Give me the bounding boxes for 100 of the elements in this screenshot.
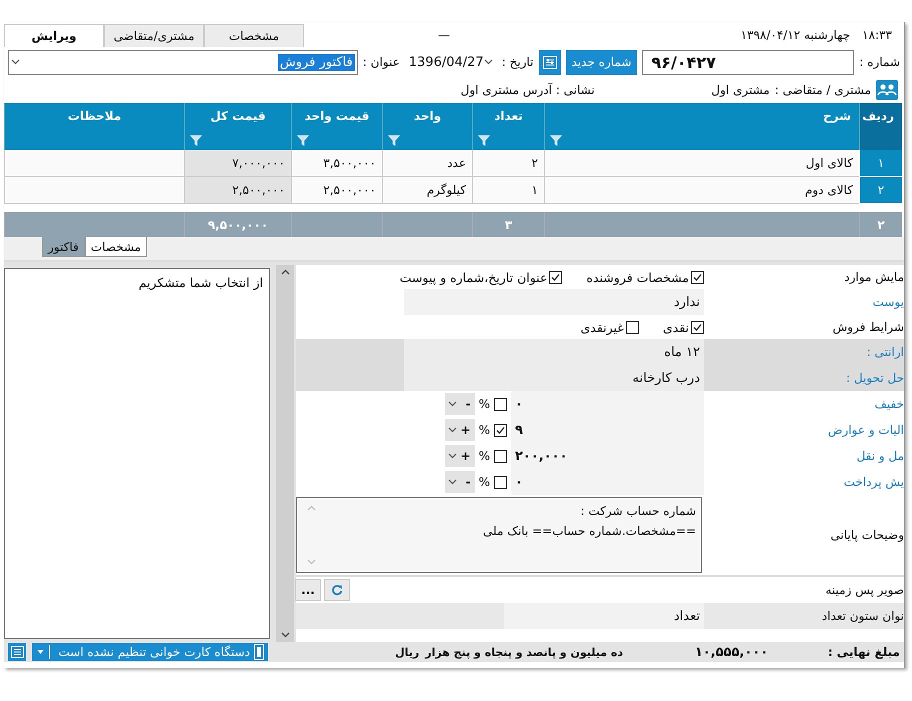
table-cell: کیلوگرم: [382, 177, 472, 204]
tab[interactable]: ویرایش: [4, 24, 104, 47]
filter-icon: [297, 135, 309, 146]
checkbox[interactable]: [494, 424, 507, 436]
amount-field[interactable]: ۹: [511, 417, 704, 443]
notes-text: از انتخاب شما متشکریم: [138, 275, 264, 290]
new-number-button[interactable]: شماره جدید: [566, 50, 638, 74]
column-header[interactable]: واحد: [382, 103, 472, 150]
number-label: شماره :: [859, 55, 900, 69]
property-link[interactable]: یش پرداخت: [704, 469, 904, 495]
percent-sign: %: [478, 449, 490, 463]
title-label: عنوان :: [362, 55, 400, 69]
property-label: وضیحات پایانی: [830, 527, 904, 544]
browse-button[interactable]: ...: [295, 579, 321, 601]
property-link[interactable]: خفیف: [704, 391, 904, 417]
filter-icon: [388, 135, 400, 146]
card-reader-dropdown[interactable]: دستگاه کارت خوانی تنظیم نشده است: [32, 643, 268, 661]
total-cell: ۳: [472, 212, 544, 237]
total-amount: ۱۰,۵۵۵,۰۰۰: [694, 644, 770, 660]
settings-icon: [10, 646, 24, 658]
checkbox[interactable]: [691, 320, 704, 334]
customer-label: مشتری / متقاضی :: [774, 83, 871, 97]
value-field[interactable]: تعداد: [504, 603, 704, 629]
checkbox[interactable]: [494, 450, 507, 462]
value-field[interactable]: ندارد: [404, 289, 704, 315]
property-label: شرایط فروش: [832, 319, 904, 336]
refresh-icon: [331, 584, 343, 596]
value-field[interactable]: درب کارخانه: [404, 365, 704, 391]
scroll-up-icon: [307, 505, 316, 511]
notes-field[interactable]: از انتخاب شما متشکریم: [4, 268, 270, 639]
sign-dropdown[interactable]: -: [444, 393, 475, 415]
option-label: غیرنقدی: [580, 320, 624, 334]
memo-field[interactable]: شماره حساب شرکت : ==مشخصات.شماره حساب== بانک ملی: [296, 497, 702, 573]
scroll-down-icon: [280, 632, 290, 638]
percent-sign: %: [478, 397, 490, 411]
filter-icon: [190, 135, 202, 146]
percent-sign: %: [478, 423, 490, 437]
option-label: مشخصات فروشنده: [586, 270, 689, 284]
amount-field[interactable]: ۲۰۰,۰۰۰: [511, 443, 704, 469]
sign-dropdown[interactable]: -: [444, 471, 475, 493]
customer-name: مشتری اول: [710, 83, 770, 97]
amount-field[interactable]: ۰: [511, 391, 704, 417]
row-number[interactable]: ۲: [859, 177, 902, 204]
table-cell: کالای دوم: [544, 177, 859, 204]
checkbox[interactable]: [549, 270, 562, 284]
currency-label: ریال: [395, 646, 420, 658]
memo-line: شماره حساب شرکت :: [580, 503, 696, 520]
column-header[interactable]: قیمت کل: [184, 103, 291, 150]
filter-icon: [550, 135, 562, 146]
table-cell: ۲,۵۰۰,۰۰۰: [184, 177, 291, 204]
value-field[interactable]: ۱۲ ماه: [404, 339, 704, 365]
table-cell: ۳,۵۰۰,۰۰۰: [291, 150, 382, 177]
percent-sign: %: [478, 475, 490, 489]
vertical-scrollbar[interactable]: [276, 265, 294, 642]
table-cell: ۲,۵۰۰,۰۰۰: [291, 177, 382, 204]
tab[interactable]: مشتری/متقاضی: [104, 24, 204, 47]
table-cell: ۱: [472, 177, 544, 204]
settings-button[interactable]: [8, 643, 26, 661]
title-combobox[interactable]: فاکتور فروش: [8, 50, 358, 74]
date-picker[interactable]: 1396/04/27: [404, 50, 497, 74]
card-reader-icon: [254, 644, 264, 660]
row-number[interactable]: ۱: [859, 150, 902, 177]
column-header[interactable]: تعداد: [472, 103, 544, 150]
amount-field[interactable]: ۰: [511, 469, 704, 495]
amount-in-words: ده میلیون و پانصد و پنجاه و پنج هزار: [425, 646, 623, 658]
date-label: تاریخ :: [502, 55, 534, 69]
clock-time: ۱۸:۳۳: [862, 28, 892, 42]
total-cell: ۹,۵۰۰,۰۰۰: [184, 212, 291, 237]
checkbox[interactable]: [494, 476, 507, 488]
scroll-up-icon: [280, 269, 290, 275]
chevron-down-icon: [448, 401, 457, 407]
table-cell: ۷,۰۰۰,۰۰۰: [184, 150, 291, 177]
checkbox[interactable]: [494, 398, 507, 410]
people-icon: [876, 80, 898, 100]
property-link[interactable]: الیات و عوارض: [704, 417, 904, 443]
minimize-button[interactable]: —: [304, 28, 584, 42]
property-link[interactable]: مل و نقل: [704, 443, 904, 469]
option-label: عنوان تاریخ،شماره و پیوست: [400, 270, 548, 284]
column-header[interactable]: قیمت واحد: [291, 103, 382, 150]
table-cell: کالای اول: [544, 150, 859, 177]
checkbox[interactable]: [691, 270, 704, 284]
chevron-down-icon: [11, 59, 20, 65]
refresh-button[interactable]: [324, 579, 350, 601]
table-cell: عدد: [382, 150, 472, 177]
list-settings-button[interactable]: [538, 50, 560, 74]
checkbox[interactable]: [626, 320, 639, 334]
total-cell: ۲: [859, 212, 902, 237]
option-label: نقدی: [662, 320, 689, 334]
tab[interactable]: مشخصات: [204, 24, 304, 47]
tab[interactable]: مشخصات: [84, 237, 147, 257]
column-header[interactable]: ملاحظات: [4, 103, 184, 150]
invoice-number-field[interactable]: ۹۶/۰۴۲۷: [642, 50, 854, 74]
column-header[interactable]: ردیف: [859, 103, 902, 150]
property-link[interactable]: یوست: [704, 289, 904, 315]
column-header[interactable]: شرح: [544, 103, 859, 150]
chevron-down-icon: [448, 453, 457, 459]
tab[interactable]: فاکتور: [42, 237, 85, 257]
sign-dropdown[interactable]: +: [444, 419, 475, 441]
sign-dropdown[interactable]: +: [444, 445, 475, 467]
filter-icon: [478, 135, 490, 146]
